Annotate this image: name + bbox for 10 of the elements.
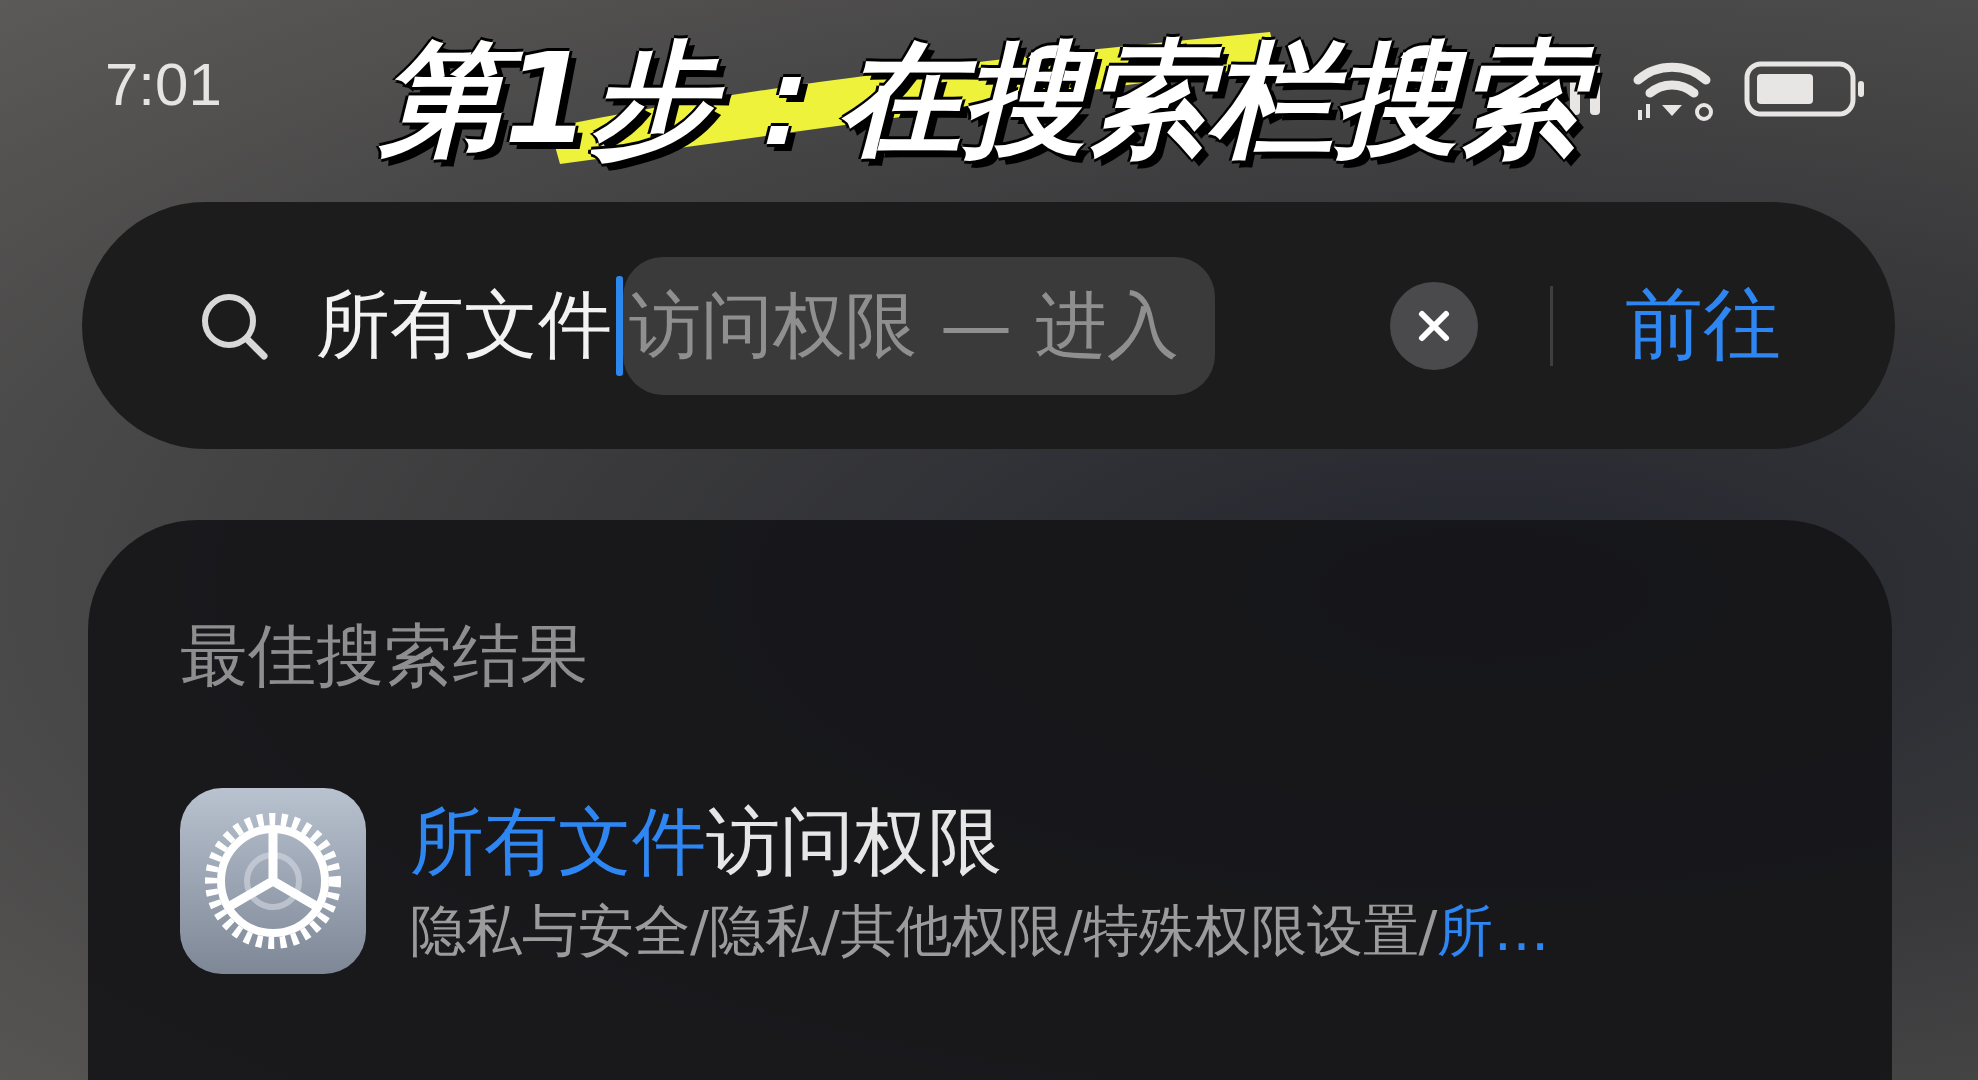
settings-icon[interactable]	[180, 788, 366, 974]
result-path: 隐私与安全/隐私/其他权限/特殊权限设置/所…	[410, 897, 1550, 965]
go-button[interactable]: 前往	[1625, 273, 1781, 378]
status-time: 7:01	[105, 52, 222, 118]
search-text: 所有文件	[316, 279, 612, 369]
search-bar[interactable]: 所有文件 访问权限 — 进入 前往	[82, 202, 1895, 449]
result-title[interactable]: 所有文件访问权限	[410, 796, 1550, 886]
close-icon	[1417, 308, 1451, 343]
autocomplete-suggestion[interactable]: 访问权限 — 进入	[623, 256, 1215, 395]
section-heading: 最佳搜索结果	[180, 616, 589, 696]
